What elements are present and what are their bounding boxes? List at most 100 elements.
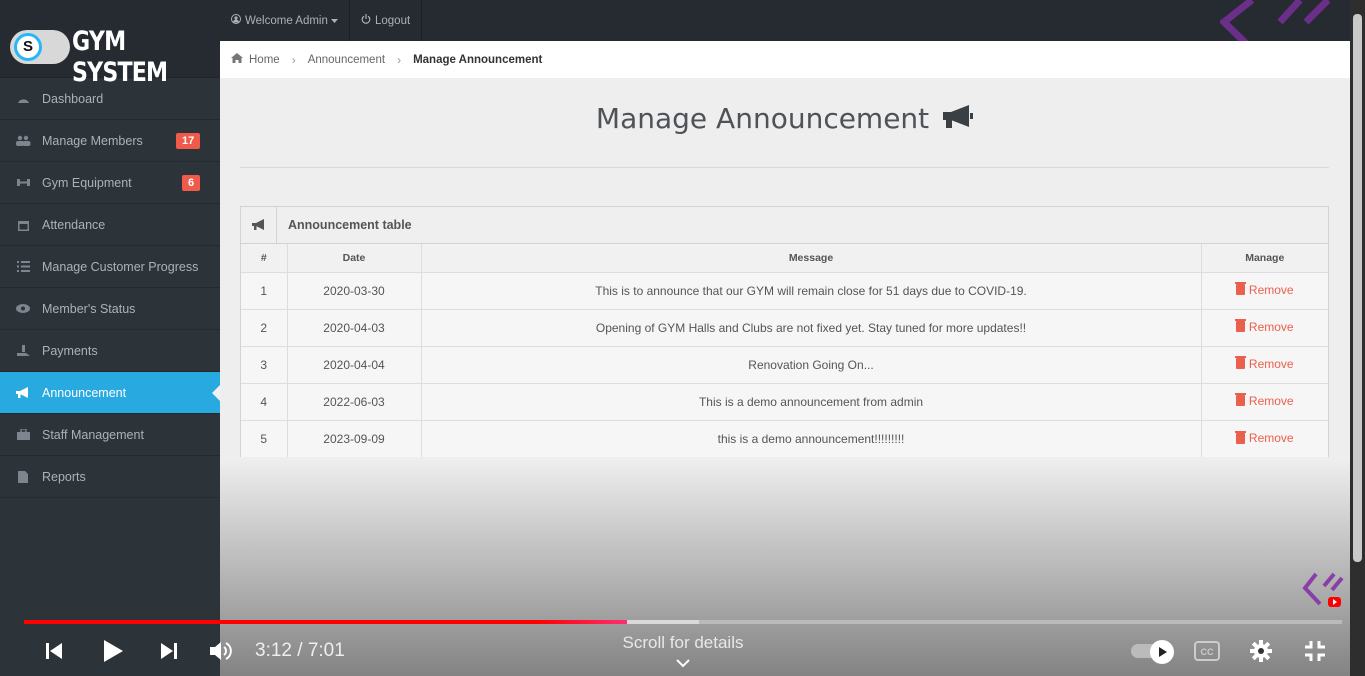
remove-label: Remove [1248, 393, 1294, 408]
page-scrollbar[interactable] [1350, 0, 1365, 676]
table-header-row: # Date Message Manage [241, 244, 1328, 273]
sidebar-item-label: Attendance [42, 217, 106, 232]
column-header-number: # [241, 244, 288, 273]
settings-button[interactable] [1247, 638, 1275, 664]
members-count-badge: 17 [176, 133, 201, 149]
sidebar-item-label: Member's Status [42, 301, 136, 316]
sidebar-item-dashboard[interactable]: Dashboard [0, 78, 220, 120]
bullhorn-icon [14, 386, 32, 400]
remove-button[interactable]: Remove [1234, 356, 1294, 371]
breadcrumb-announcement[interactable]: Announcement [308, 54, 385, 66]
table-row: 2 2020-04-03 Opening of GYM Halls and Cl… [241, 309, 1328, 347]
table-row: 5 2023-09-09 this is a demo announcement… [241, 420, 1328, 457]
scroll-for-details[interactable]: Scroll for details [583, 633, 783, 668]
remove-label: Remove [1248, 319, 1294, 334]
table-row: 3 2020-04-04 Renovation Going On... Remo… [241, 346, 1328, 384]
sidebar-item-label: Staff Management [42, 427, 144, 442]
user-icon [231, 14, 241, 27]
sidebar-item-label: Manage Customer Progress [42, 259, 199, 274]
bullhorn-icon [942, 104, 974, 137]
remove-button[interactable]: Remove [1234, 282, 1294, 297]
autoplay-toggle-knob[interactable] [1150, 640, 1174, 664]
play-icon [104, 640, 123, 662]
row-date: 2020-04-04 [287, 346, 422, 384]
play-button[interactable] [98, 636, 128, 666]
scrollbar-thumb[interactable] [1353, 14, 1362, 562]
trash-icon [1234, 319, 1246, 333]
row-manage-cell: Remove [1201, 346, 1328, 384]
row-date: 2022-06-03 [287, 383, 422, 421]
row-manage-cell: Remove [1201, 383, 1328, 421]
sidebar-item-reports[interactable]: Reports [0, 456, 220, 498]
remove-button[interactable]: Remove [1234, 393, 1294, 408]
sidebar-item-label: Reports [42, 469, 86, 484]
svg-text:CC: CC [1201, 647, 1214, 657]
play-icon [1158, 647, 1167, 657]
breadcrumb-current: Manage Announcement [413, 53, 543, 66]
welcome-label: Welcome Admin [245, 14, 328, 27]
remove-label: Remove [1248, 356, 1294, 371]
bullhorn-icon [241, 206, 277, 244]
remove-button[interactable]: Remove [1234, 319, 1294, 334]
brand-header: S GYM SYSTEM [0, 0, 220, 88]
file-icon [14, 470, 32, 484]
announcement-table: # Date Message Manage 1 2020-03-30 This … [241, 244, 1328, 457]
row-manage-cell: Remove [1201, 272, 1328, 310]
sidebar-item-label: Gym Equipment [42, 175, 132, 190]
announcement-panel: Announcement table # Date Message Manage… [240, 206, 1329, 457]
exit-fullscreen-icon [1305, 641, 1325, 661]
closed-captions-icon: CC [1194, 641, 1220, 661]
remove-label: Remove [1248, 282, 1294, 297]
chevron-down-icon [676, 659, 690, 668]
eye-icon [14, 302, 32, 316]
sidebar-item-announcement[interactable]: Announcement [0, 372, 220, 414]
power-icon [361, 14, 371, 27]
panel-title: Announcement table [288, 218, 412, 232]
breadcrumb-home[interactable]: Home [249, 54, 280, 66]
channel-watermark-icon[interactable] [1302, 568, 1344, 610]
column-header-date: Date [287, 244, 422, 273]
remove-button[interactable]: Remove [1234, 430, 1294, 445]
column-header-message: Message [421, 244, 1202, 273]
trash-icon [1234, 282, 1246, 296]
title-divider [240, 167, 1329, 168]
trash-icon [1234, 430, 1246, 444]
sidebar-item-staff-management[interactable]: Staff Management [0, 414, 220, 456]
skip-next-icon [161, 643, 177, 659]
row-message: this is a demo announcement!!!!!!!!! [421, 420, 1202, 457]
sidebar-item-attendance[interactable]: Attendance [0, 204, 220, 246]
row-message: This is to announce that our GYM will re… [421, 272, 1202, 310]
sidebar-item-gym-equipment[interactable]: Gym Equipment 6 [0, 162, 220, 204]
welcome-dropdown[interactable]: Welcome Admin [220, 0, 350, 41]
captions-button[interactable]: CC [1193, 639, 1221, 663]
volume-icon [210, 642, 232, 660]
skip-previous-icon [46, 643, 62, 659]
sidebar-item-members-status[interactable]: Member's Status [0, 288, 220, 330]
page-title-text: Manage Announcement [595, 102, 930, 135]
logout-label: Logout [375, 14, 411, 27]
home-icon [231, 53, 243, 66]
row-message: Opening of GYM Halls and Clubs are not f… [421, 309, 1202, 347]
row-number: 3 [241, 346, 288, 384]
sidebar-item-payments[interactable]: Payments [0, 330, 220, 372]
scroll-hint-label: Scroll for details [622, 633, 744, 652]
trash-icon [1234, 356, 1246, 370]
previous-button[interactable] [40, 638, 68, 664]
video-progress-bar[interactable] [24, 620, 1342, 624]
row-date: 2020-04-03 [287, 309, 422, 347]
logout-button[interactable]: Logout [350, 0, 423, 41]
row-message: Renovation Going On... [421, 346, 1202, 384]
row-manage-cell: Remove [1201, 309, 1328, 347]
row-number: 5 [241, 420, 288, 457]
list-icon [14, 260, 32, 274]
breadcrumb: Home › Announcement › Manage Announcemen… [220, 41, 1350, 78]
calendar-icon [14, 218, 32, 232]
volume-button[interactable] [207, 638, 237, 664]
sidebar-item-manage-members[interactable]: Manage Members 17 [0, 120, 220, 162]
row-number: 4 [241, 383, 288, 421]
trash-icon [1234, 393, 1246, 407]
sidebar-item-manage-customer-progress[interactable]: Manage Customer Progress [0, 246, 220, 288]
next-button[interactable] [155, 638, 183, 664]
exit-fullscreen-button[interactable] [1301, 638, 1329, 664]
dashboard-icon [14, 92, 32, 106]
